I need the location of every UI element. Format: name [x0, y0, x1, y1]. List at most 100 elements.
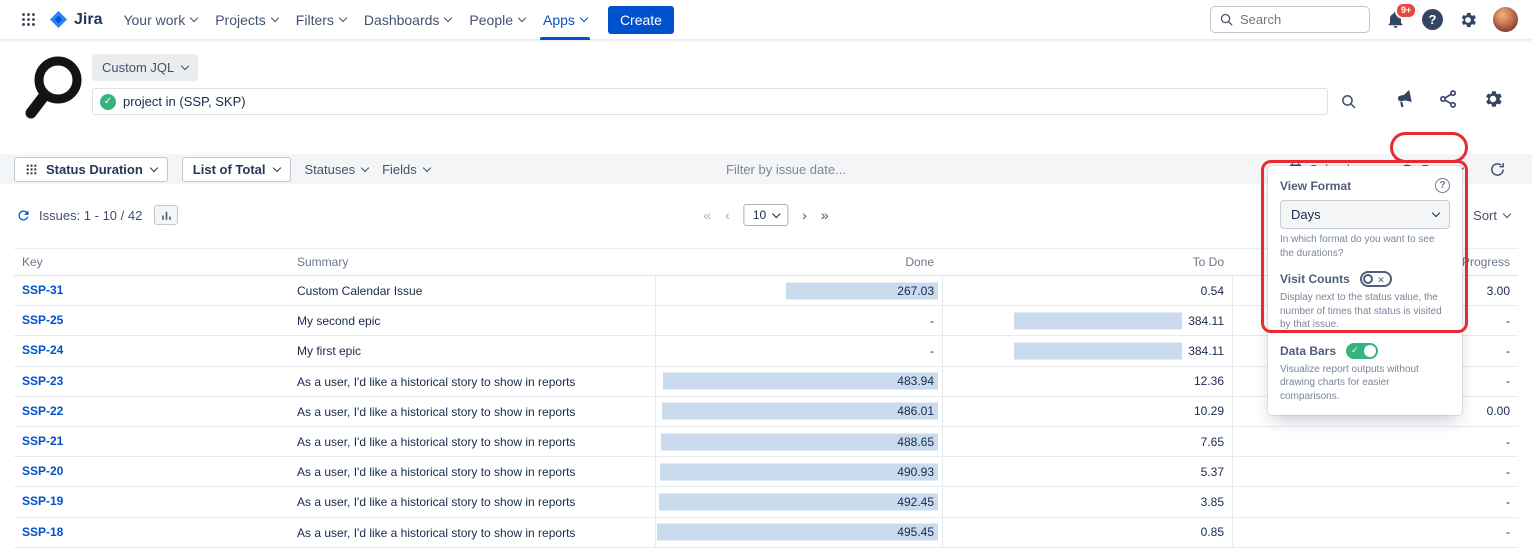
key-cell: SSP-20	[14, 457, 289, 486]
last-page-button[interactable]: »	[821, 207, 829, 223]
report-settings-button[interactable]	[1482, 88, 1504, 115]
table-row: SSP-21 As a user, I'd like a historical …	[14, 427, 1518, 457]
notifications-button[interactable]: 9+	[1385, 9, 1407, 31]
view-format-panel: View Format ? Days In which format do yo…	[1268, 166, 1462, 415]
issue-key-link[interactable]: SSP-19	[22, 494, 63, 508]
sync-button[interactable]	[1489, 161, 1506, 178]
nav-your-work[interactable]: Your work	[114, 0, 206, 40]
todo-cell: 10.29	[942, 397, 1232, 426]
issue-key-link[interactable]: SSP-22	[22, 404, 63, 418]
search-input[interactable]	[1240, 12, 1350, 27]
key-cell: SSP-23	[14, 367, 289, 396]
jql-input[interactable]	[92, 88, 1328, 115]
done-cell: -	[655, 336, 942, 365]
nav-people[interactable]: People	[460, 0, 534, 40]
inprogress-value: -	[1506, 314, 1510, 328]
jql-input-wrap: ✓	[92, 88, 1328, 115]
visit-counts-toggle[interactable]: ✕ ✓	[1360, 271, 1392, 287]
inprogress-cell: -	[1232, 487, 1518, 516]
search-icon	[1340, 93, 1357, 110]
toggle-on-icon: ✓	[1351, 344, 1359, 357]
issue-key-link[interactable]: SSP-18	[22, 525, 63, 539]
issue-key-link[interactable]: SSP-20	[22, 464, 63, 478]
chart-view-button[interactable]	[154, 205, 178, 225]
inprogress-value: 0.00	[1487, 404, 1510, 418]
create-button[interactable]: Create	[608, 6, 674, 34]
nav-apps[interactable]: Apps	[534, 0, 596, 40]
issue-key-link[interactable]: SSP-23	[22, 374, 63, 388]
data-bars-help-text: Visualize report outputs without drawing…	[1280, 363, 1450, 404]
report-type-dropdown[interactable]: Status Duration	[14, 157, 168, 182]
data-bars-label: Data Bars	[1280, 344, 1336, 358]
done-cell: 495.45	[655, 518, 942, 547]
announcement-button[interactable]	[1393, 89, 1414, 115]
prev-page-button[interactable]: ‹	[725, 207, 730, 223]
issue-key-link[interactable]: SSP-31	[22, 283, 63, 297]
done-cell: 483.94	[655, 367, 942, 396]
key-cell: SSP-24	[14, 336, 289, 365]
todo-cell: 0.85	[942, 518, 1232, 547]
data-bar	[660, 463, 938, 480]
first-page-button[interactable]: «	[703, 207, 711, 223]
bar-chart-icon	[160, 209, 173, 222]
question-icon: ?	[1429, 12, 1437, 27]
key-cell: SSP-18	[14, 518, 289, 547]
sort-dropdown[interactable]: Sort	[1473, 208, 1510, 223]
issue-summary: My second epic	[297, 314, 380, 328]
statuses-dropdown[interactable]: Statuses	[305, 162, 369, 177]
data-bars-toggle[interactable]: ✕ ✓	[1346, 343, 1378, 359]
done-cell: 267.03	[655, 276, 942, 305]
chevron-down-icon	[150, 163, 158, 171]
nav-dashboards[interactable]: Dashboards	[355, 0, 461, 40]
issue-date-filter[interactable]: Filter by issue date...	[726, 162, 846, 177]
done-value: 483.94	[897, 374, 934, 388]
col-header-key: Key	[14, 249, 289, 275]
table-row: SSP-18 As a user, I'd like a historical …	[14, 518, 1518, 548]
refresh-button[interactable]	[16, 208, 31, 223]
user-avatar[interactable]	[1493, 7, 1518, 32]
issue-summary: As a user, I'd like a historical story t…	[297, 405, 575, 419]
issue-summary: As a user, I'd like a historical story t…	[297, 465, 575, 479]
jql-search-button[interactable]	[1340, 93, 1357, 110]
issue-key-link[interactable]: SSP-21	[22, 434, 63, 448]
chevron-down-icon	[361, 163, 369, 171]
chevron-down-icon	[518, 14, 526, 22]
refresh-icon	[16, 208, 31, 223]
done-cell: -	[655, 306, 942, 335]
page-size-select[interactable]: 10	[744, 204, 788, 226]
done-value: -	[930, 314, 934, 328]
todo-value: 384.11	[1188, 314, 1224, 328]
help-button[interactable]: ?	[1422, 9, 1443, 30]
issue-key-link[interactable]: SSP-25	[22, 313, 63, 327]
help-icon[interactable]: ?	[1435, 178, 1450, 193]
todo-value: 0.85	[1201, 525, 1224, 539]
notification-badge: 9+	[1395, 2, 1417, 19]
done-value: 488.65	[897, 435, 934, 449]
done-value: 267.03	[897, 284, 934, 298]
share-button[interactable]	[1438, 89, 1458, 114]
jira-logo[interactable]: Jira	[46, 9, 110, 30]
list-mode-dropdown[interactable]: List of Total	[182, 157, 291, 182]
view-format-select[interactable]: Days	[1280, 200, 1450, 229]
app-switcher-icon[interactable]	[14, 4, 42, 36]
global-search[interactable]	[1210, 6, 1370, 33]
inprogress-value: 3.00	[1487, 284, 1510, 298]
key-cell: SSP-22	[14, 397, 289, 426]
nav-filters[interactable]: Filters	[287, 0, 355, 40]
issue-key-link[interactable]: SSP-24	[22, 343, 63, 357]
jql-mode-dropdown[interactable]: Custom JQL	[92, 54, 198, 81]
chevron-down-icon	[444, 14, 452, 22]
app-logo-magnifier-icon	[22, 52, 88, 127]
issue-summary: As a user, I'd like a historical story t…	[297, 375, 575, 389]
fields-dropdown[interactable]: Fields	[382, 162, 430, 177]
next-page-button[interactable]: ›	[802, 207, 807, 223]
todo-value: 10.29	[1194, 404, 1224, 418]
main-nav: Your work Projects Filters Dashboards Pe…	[114, 0, 595, 40]
chevron-down-icon	[339, 14, 347, 22]
inprogress-value: -	[1506, 495, 1510, 509]
todo-cell: 7.65	[942, 427, 1232, 456]
nav-projects[interactable]: Projects	[206, 0, 287, 40]
data-bar	[1014, 342, 1182, 359]
summary-cell: As a user, I'd like a historical story t…	[289, 397, 655, 426]
settings-button[interactable]	[1458, 10, 1478, 30]
